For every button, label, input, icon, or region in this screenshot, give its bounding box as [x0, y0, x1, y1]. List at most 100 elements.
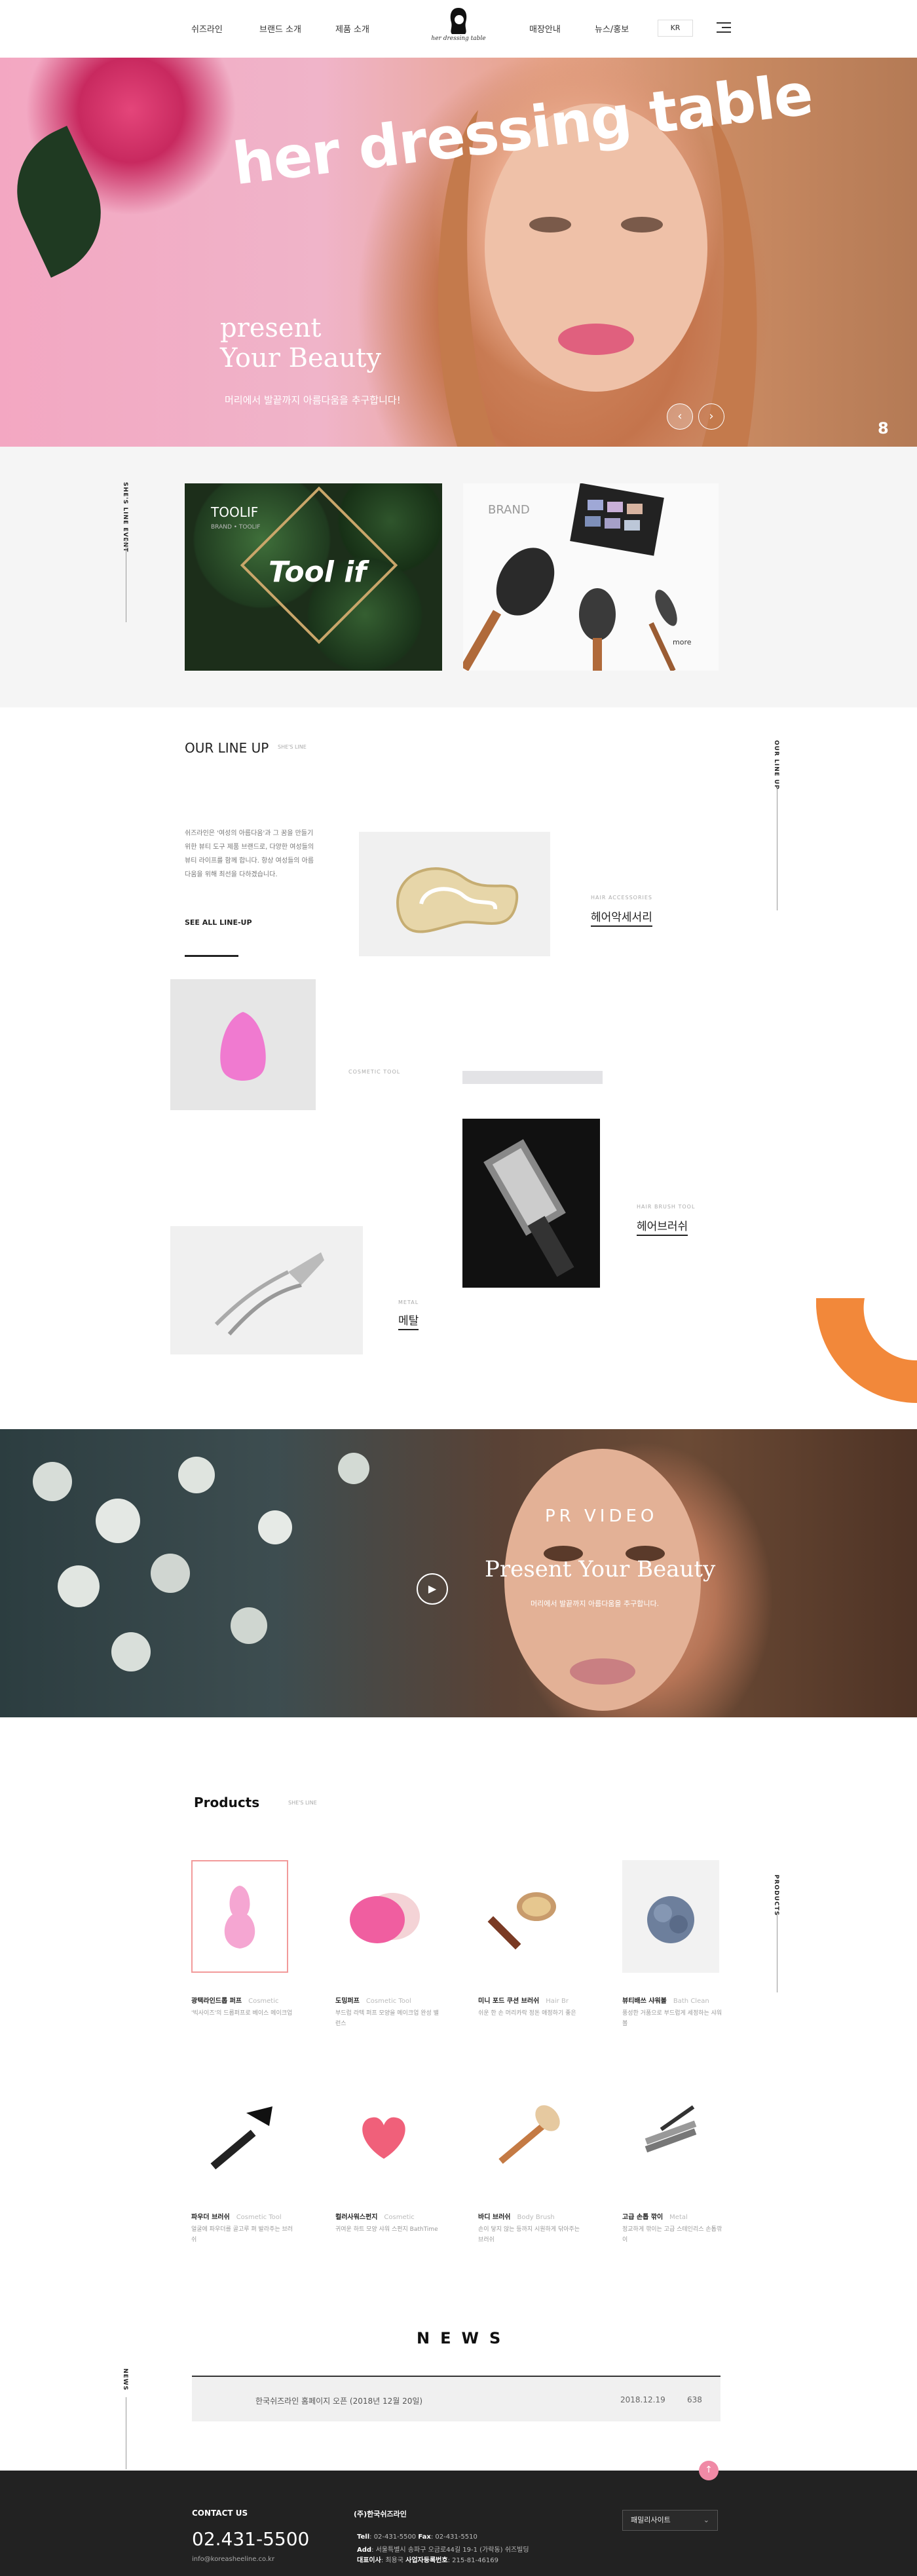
lineup-tag-hair-accessories: HAIR ACCESSORIES: [591, 895, 653, 901]
hair-clip-illustration: [396, 867, 519, 933]
product-description: 손이 닿지 않는 등까지 시원하게 닦아주는 브러쉬: [478, 2226, 580, 2243]
event-card-title: TOOLIF: [211, 504, 259, 520]
event-card-script: Tool if: [269, 555, 367, 589]
product-card-image[interactable]: [622, 2080, 719, 2192]
nav-news[interactable]: 뉴스/홍보: [595, 22, 629, 35]
lace-flowers-illustration: [33, 1453, 369, 1671]
nav-products[interactable]: 제품 소개: [335, 22, 369, 35]
round-brush-illustration: [483, 1139, 574, 1277]
cuticle-nipper-illustration: [214, 1252, 324, 1335]
family-site-select[interactable]: 패밀리사이트 ⌄: [622, 2510, 718, 2531]
video-play-button[interactable]: ▶: [417, 1573, 448, 1605]
lineup-subtitle: SHE'S LINE: [278, 744, 307, 750]
nav-stores[interactable]: 매장안내: [529, 22, 561, 35]
logo-silhouette-icon: [450, 8, 467, 34]
product-name[interactable]: 파우더 브러쉬 Cosmetic Tool: [191, 2211, 282, 2221]
arrow-up-icon: ↑: [705, 2465, 713, 2475]
product-name[interactable]: 도밍퍼프 Cosmetic Tool: [335, 1995, 411, 2005]
product-category: Cosmetic Tool: [365, 1998, 411, 2005]
product-name[interactable]: 바디 브러쉬 Body Brush: [478, 2211, 555, 2221]
product-description: 풍성한 거품으로 부드럽게 세정하는 샤워볼: [622, 2010, 722, 2027]
chevron-right-icon: ›: [709, 409, 714, 423]
language-select[interactable]: KR: [658, 20, 693, 37]
product-card-image[interactable]: [191, 1860, 288, 1973]
product-card-image[interactable]: [335, 1860, 432, 1973]
lineup-tag-cosmetic-tool: COSMETIC TOOL: [348, 1069, 401, 1075]
event-card-brand[interactable]: BRAND more: [463, 483, 719, 671]
product-card-image[interactable]: [191, 2080, 288, 2192]
product-name[interactable]: 고급 손톱 깎이 Metal: [622, 2211, 688, 2221]
hero-prev-button[interactable]: ‹: [667, 403, 693, 430]
lineup-image-hair-brush[interactable]: [462, 1119, 600, 1288]
more-link[interactable]: more: [673, 638, 692, 646]
products-subtitle: SHE'S LINE: [288, 1800, 317, 1806]
lineup-side-label: OUR LINE UP: [773, 740, 779, 790]
product-name[interactable]: 광택라인드롭 퍼프 Cosmetic: [191, 1995, 279, 2005]
product-name[interactable]: 컬러사워스펀지 Cosmetic: [335, 2211, 415, 2221]
lineup-tag-metal: METAL: [398, 1299, 419, 1305]
nav-sheesline[interactable]: 쉬즈라인: [191, 22, 223, 35]
scroll-top-button[interactable]: ↑: [699, 2461, 719, 2480]
lineup-title: OUR LINE UP: [185, 740, 269, 756]
hero-caption: 머리에서 발끝까지 아름다움을 추구합니다!: [225, 394, 401, 406]
lineup-name-hair-accessories[interactable]: 헤어악세서리: [591, 908, 652, 927]
leaf-decoration: [0, 126, 122, 278]
lineup-image-cosmetic-tool[interactable]: [170, 979, 316, 1110]
lineup-highlight-bar: [462, 1071, 603, 1084]
product-category: Bath Clean: [673, 1998, 709, 2005]
hero-next-button[interactable]: ›: [698, 403, 724, 430]
news-row-title[interactable]: 한국쉬즈라인 홈페이지 오픈 (2018년 12월 20일): [255, 2395, 422, 2406]
lineup-name-hair-brush[interactable]: 헤어브러쉬: [637, 1217, 688, 1236]
product-card-image[interactable]: [622, 1860, 719, 1973]
orange-arc-decoration: [816, 1298, 917, 1409]
products-title: Products: [194, 1795, 260, 1810]
news-side-label: NEWS: [122, 2368, 128, 2391]
product-description: 쉬운 한 손 머리카락 정돈 애정하기 좋은: [478, 2010, 576, 2017]
video-caption: 머리에서 발끝까지 아름다움을 추구합니다.: [531, 1599, 660, 1608]
footer-line-address: Add: 서울특별시 송파구 오금로44길 19-1 (가락동) 쉬즈빌딩: [357, 2547, 529, 2554]
news-row-views: 638: [687, 2395, 702, 2404]
lineup-image-hair-accessories[interactable]: [359, 832, 550, 956]
body-brush-illustration: [498, 2105, 560, 2164]
product-name[interactable]: 미니 포드 쿠션 브러쉬 Hair Br: [478, 1995, 569, 2005]
footer-contact-label: CONTACT US: [192, 2509, 248, 2518]
lineup-description: 쉬즈라인은 '여성의 아름다움'과 그 꿈을 만들기 위한 뷰티 도구 제품 브…: [185, 830, 314, 878]
see-all-lineup-link[interactable]: SEE ALL LINE-UP: [185, 918, 252, 927]
footer-line-ceo: 대표이사: 최용국 사업자등록번호: 215-81-46169: [357, 2557, 498, 2564]
hero-subtitle-2: Your Beauty: [220, 343, 381, 373]
lineup-name-metal[interactable]: 메탈: [398, 1311, 419, 1330]
see-all-underline: [185, 955, 238, 957]
chevron-left-icon: ‹: [677, 409, 683, 423]
news-row[interactable]: 한국쉬즈라인 홈페이지 오픈 (2018년 12월 20일) 2018.12.1…: [192, 2376, 720, 2421]
shower-ball-illustration: [647, 1896, 694, 1943]
product-card-image[interactable]: [478, 2080, 575, 2192]
hero-banner: her dressing table present Your Beauty 머…: [0, 58, 917, 447]
footer-company: (주)한국쉬즈라인: [354, 2510, 407, 2518]
product-description: 귀여운 하트 모양 샤워 스펀지 BathTime: [335, 2226, 438, 2233]
nail-clipper-illustration: [645, 2105, 697, 2153]
product-description: 정교하게 깎이는 고급 스테인리스 손톱깎이: [622, 2226, 722, 2243]
products-side-label: PRODUCTS: [773, 1875, 779, 1916]
cushion-brush-illustration: [487, 1892, 556, 1950]
hamburger-icon[interactable]: [717, 22, 731, 33]
product-card-image[interactable]: [335, 2080, 432, 2192]
footer-phone: 02.431-5500: [192, 2528, 310, 2550]
product-category: Body Brush: [517, 2214, 555, 2221]
pr-video-section[interactable]: [0, 1429, 917, 1717]
heart-sponge-illustration: [362, 2117, 405, 2159]
event-card-small: BRAND • TOOLIF: [211, 524, 261, 531]
lineup-image-metal[interactable]: [170, 1226, 363, 1354]
hero-subtitle-1: present: [220, 313, 322, 343]
product-description: 부드럽 라텍 퍼프 모양을 메이크업 완성 밸런스: [335, 2010, 439, 2027]
nav-brand[interactable]: 브랜드 소개: [259, 22, 301, 35]
product-name[interactable]: 뷰티배쓰 샤워볼 Bath Clean: [622, 1995, 709, 2005]
site-header: 쉬즈라인 브랜드 소개 제품 소개 her dressing table 매장안…: [0, 0, 917, 58]
footer-email[interactable]: info@koreasheeline.co.kr: [192, 2556, 274, 2563]
event-side-label: SHE'S LINE EVENT: [122, 482, 128, 553]
event-section: [0, 447, 917, 707]
product-category: Cosmetic: [384, 2214, 415, 2221]
site-logo[interactable]: her dressing table: [426, 7, 491, 50]
product-category: Metal: [669, 2214, 688, 2221]
event-card-toolif[interactable]: TOOLIF BRAND • TOOLIF Tool if: [185, 483, 442, 671]
product-card-image[interactable]: [478, 1860, 575, 1973]
